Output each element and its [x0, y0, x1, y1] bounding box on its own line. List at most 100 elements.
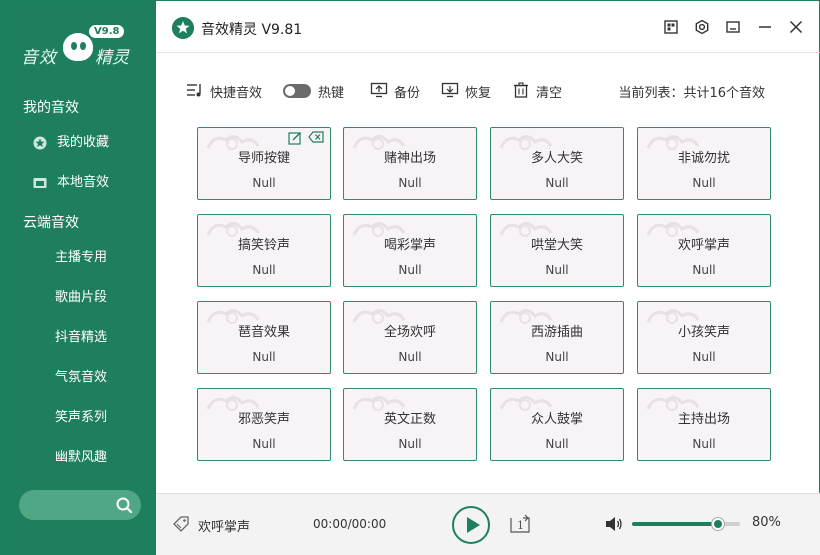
trash-icon — [514, 82, 528, 98]
backup-label: 备份 — [394, 86, 421, 101]
sound-card-name: 欢呼掌声 — [677, 238, 730, 253]
sound-card-name: 搞笑铃声 — [237, 238, 290, 253]
mascot-icon — [63, 33, 93, 61]
title-bar: 音效精灵 V9.81 — [156, 1, 820, 53]
sound-card-hotkey: Null — [692, 263, 716, 277]
toggle-switch[interactable] — [283, 84, 311, 98]
sound-card[interactable]: 西游插曲 Null — [490, 301, 624, 374]
playback-time: 00:00/00:00 — [313, 517, 387, 531]
search-icon[interactable] — [115, 496, 133, 514]
sound-card[interactable]: 邪恶笑声 Null — [197, 388, 331, 461]
hotkey-label: 热键 — [318, 86, 345, 101]
sound-card-name: 琶音效果 — [237, 325, 290, 340]
shortcut-sounds-label: 快捷音效 — [210, 86, 263, 101]
logo-text-right: 精灵 — [95, 48, 129, 68]
volume-knob[interactable] — [712, 518, 725, 530]
sidebar-item-laughter[interactable]: 笑声系列 — [55, 406, 107, 425]
hotkey-toggle[interactable]: 热键 — [283, 82, 353, 101]
sound-card-name: 喝彩掌声 — [383, 238, 436, 253]
sound-card[interactable]: 赌神出场 Null — [343, 127, 477, 200]
volume-icon[interactable] — [605, 516, 623, 532]
sound-card-hotkey: Null — [252, 437, 276, 451]
sound-card-hotkey: Null — [252, 176, 276, 190]
loop-icon[interactable]: 1 — [507, 512, 533, 536]
shortcut-sounds-button[interactable]: 快捷音效 — [186, 82, 266, 101]
sound-card-name: 赌神出场 — [383, 151, 436, 166]
sound-card-name: 众人鼓掌 — [530, 412, 583, 427]
sidebar-item-douyin[interactable]: 抖音精选 — [55, 326, 107, 345]
search-input[interactable] — [19, 490, 141, 520]
section-my-sounds[interactable]: 我的音效 — [23, 97, 79, 117]
star-icon — [33, 136, 47, 150]
sound-card[interactable]: 主持出场 Null — [637, 388, 771, 461]
sound-card-name: 小孩笑声 — [677, 325, 730, 340]
sound-card-name: 英文正数 — [383, 412, 436, 427]
sound-card[interactable]: 全场欢呼 Null — [343, 301, 477, 374]
sound-card[interactable]: 哄堂大笑 Null — [490, 214, 624, 287]
logo-text-left: 音效 — [21, 48, 57, 68]
settings-icon[interactable] — [694, 19, 710, 35]
sound-card-name: 导师按键 — [237, 151, 290, 166]
sound-card[interactable]: 琶音效果 Null — [197, 301, 331, 374]
restore-icon — [441, 82, 459, 98]
volume-fill — [632, 522, 719, 526]
volume-percent: 80% — [752, 515, 781, 530]
sound-card[interactable]: 欢呼掌声 Null — [637, 214, 771, 287]
sidebar-item-favorites[interactable]: 我的收藏 — [1, 126, 156, 160]
sidebar-item-song-clips[interactable]: 歌曲片段 — [55, 286, 107, 305]
sound-card-name: 多人大笑 — [530, 151, 583, 166]
delete-icon[interactable] — [308, 131, 324, 143]
list-icon — [187, 84, 201, 97]
toolbar: 快捷音效 热键 备份 恢复 清空 当前列表：共计16个音效 — [156, 53, 820, 123]
sidebar-item-anchor[interactable]: 主播专用 — [55, 246, 107, 265]
sound-card[interactable]: 导师按键 Null — [197, 127, 331, 200]
minimize-line-icon[interactable] — [757, 19, 773, 35]
sound-card-hotkey: Null — [398, 350, 422, 364]
restore-button[interactable]: 恢复 — [441, 82, 501, 101]
sound-card-name: 全场欢呼 — [383, 325, 436, 340]
close-icon[interactable] — [788, 19, 804, 35]
sound-card[interactable]: 喝彩掌声 Null — [343, 214, 477, 287]
sound-card-hotkey: Null — [545, 437, 569, 451]
sound-card-name: 非诚勿扰 — [677, 151, 730, 166]
backup-button[interactable]: 备份 — [370, 82, 430, 101]
sound-card-hotkey: Null — [692, 437, 716, 451]
minimize-icon[interactable] — [725, 19, 741, 35]
sound-card[interactable]: 小孩笑声 Null — [637, 301, 771, 374]
sound-card-hotkey: Null — [398, 176, 422, 190]
sound-card-hotkey: Null — [398, 263, 422, 277]
sidebar-item-atmosphere[interactable]: 气氛音效 — [55, 366, 107, 385]
sound-card-hotkey: Null — [398, 437, 422, 451]
edit-icon[interactable] — [288, 131, 302, 145]
folder-icon — [33, 178, 47, 188]
play-button[interactable] — [452, 506, 490, 544]
version-badge: V9.8 — [89, 25, 125, 38]
sound-card-name: 西游插曲 — [530, 325, 583, 340]
sidebar-item-label: 本地音效 — [57, 175, 110, 190]
sound-card-hotkey: Null — [545, 263, 569, 277]
now-playing-title: 欢呼掌声 — [198, 520, 251, 535]
sound-card[interactable]: 搞笑铃声 Null — [197, 214, 331, 287]
tag-icon — [173, 516, 189, 532]
sound-card-hotkey: Null — [252, 263, 276, 277]
sound-card-hotkey: Null — [692, 176, 716, 190]
sound-card-name: 哄堂大笑 — [530, 238, 583, 253]
sound-card-hotkey: Null — [252, 350, 276, 364]
clear-button[interactable]: 清空 — [512, 82, 572, 101]
volume-slider[interactable] — [632, 518, 740, 530]
window-title: 音效精灵 V9.81 — [201, 22, 303, 38]
sidebar-item-local[interactable]: 本地音效 — [1, 166, 156, 200]
sidebar-item-humor[interactable]: 幽默风趣 — [55, 446, 107, 465]
sound-card[interactable]: 多人大笑 Null — [490, 127, 624, 200]
grid-icon[interactable] — [663, 19, 679, 35]
sound-card-hotkey: Null — [545, 176, 569, 190]
sound-card[interactable]: 英文正数 Null — [343, 388, 477, 461]
backup-icon — [370, 82, 388, 98]
section-cloud-sounds[interactable]: 云端音效 — [23, 212, 79, 232]
sound-card-name: 主持出场 — [677, 412, 730, 427]
sound-card[interactable]: 非诚勿扰 Null — [637, 127, 771, 200]
sound-card-hotkey: Null — [545, 350, 569, 364]
list-count-info: 当前列表：共计16个音效 — [618, 86, 765, 101]
sound-card-hotkey: Null — [692, 350, 716, 364]
sound-card[interactable]: 众人鼓掌 Null — [490, 388, 624, 461]
